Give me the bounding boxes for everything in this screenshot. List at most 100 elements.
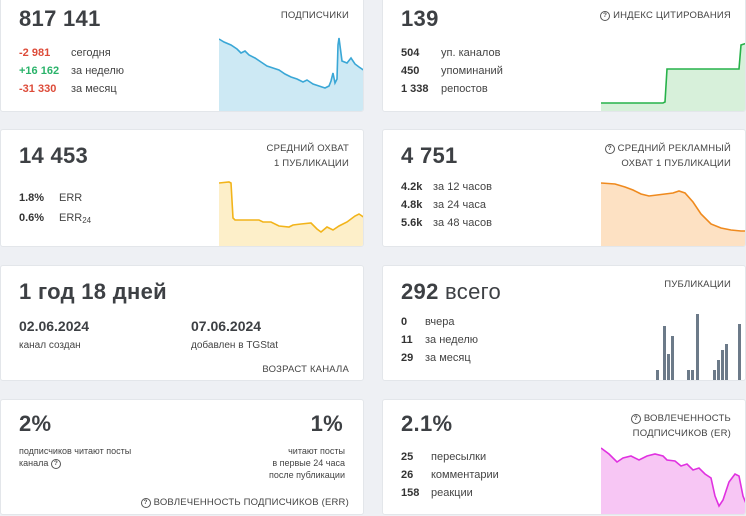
engagement-reactions-row: 158 реакции bbox=[401, 487, 473, 499]
err-right-text: читают посты в первые 24 часа после публ… bbox=[269, 445, 345, 481]
citation-label: ? ИНДЕКС ЦИТИРОВАНИЯ bbox=[600, 8, 731, 23]
ad-reach-card[interactable]: 4 751 ? СРЕДНИЙ РЕКЛАМНЫЙ ОХВАТ 1 ПУБЛИКА… bbox=[382, 129, 746, 247]
err-right-text-line3: после публикации bbox=[269, 470, 345, 480]
question-circle-icon[interactable]: ? bbox=[604, 144, 615, 154]
avg-reach-card[interactable]: 14 453 СРЕДНИЙ ОХВАТ 1 ПУБЛИКАЦИИ 1.8% ER… bbox=[0, 129, 364, 247]
engagement-forwards-desc: пересылки bbox=[431, 451, 487, 463]
question-circle-icon[interactable]: ? bbox=[630, 414, 641, 424]
subscribers-month-num: -31 330 bbox=[19, 83, 57, 95]
engagement-reactions-num: 158 bbox=[401, 487, 420, 499]
question-circle-icon[interactable]: ? bbox=[140, 498, 151, 508]
publication-bar bbox=[663, 326, 666, 380]
publications-bar-chart bbox=[656, 314, 741, 380]
engagement-value: 2.1% bbox=[401, 411, 453, 436]
citation-channels-num: 504 bbox=[401, 47, 420, 59]
citation-mentions-num: 450 bbox=[401, 65, 420, 77]
err-num: 1.8% bbox=[19, 192, 45, 204]
ad-reach-24h-desc: за 24 часа bbox=[433, 199, 486, 211]
publications-week-num: 11 bbox=[401, 334, 413, 346]
ad-reach-24h-row: 4.8k за 24 часа bbox=[401, 199, 486, 211]
err-engagement-label: ? ВОВЛЕЧЕННОСТЬ ПОДПИСЧИКОВ (ERR) bbox=[140, 495, 349, 510]
ad-reach-12h-row: 4.2k за 12 часов bbox=[401, 181, 492, 193]
added-label: добавлен в TGStat bbox=[191, 340, 279, 351]
ad-reach-24h-num: 4.8k bbox=[401, 199, 423, 211]
citation-channels-row: 504 уп. каналов bbox=[401, 47, 500, 59]
publications-week-desc: за неделю bbox=[425, 334, 479, 346]
channel-age-card[interactable]: 1 год 18 дней 02.06.2024 канал создан 07… bbox=[0, 265, 364, 381]
subscribers-today-desc: сегодня bbox=[71, 47, 111, 59]
citation-mentions-desc: упоминаний bbox=[441, 65, 503, 77]
err24-desc: ERR bbox=[59, 212, 83, 224]
publication-bar bbox=[671, 336, 674, 380]
publication-bar bbox=[696, 314, 699, 380]
ad-reach-value: 4 751 bbox=[401, 143, 458, 168]
err24-num: 0.6% bbox=[19, 212, 45, 224]
ad-reach-label-line1-text: СРЕДНИЙ РЕКЛАМНЫЙ bbox=[617, 143, 731, 154]
publications-value: 292 всего bbox=[401, 279, 501, 305]
publications-week-row: 11 за неделю bbox=[401, 334, 478, 346]
subscribers-label: ПОДПИСЧИКИ bbox=[280, 10, 349, 21]
avg-reach-value: 14 453 bbox=[19, 143, 89, 168]
subscribers-value: 817 141 bbox=[19, 6, 101, 31]
ad-reach-48h-num: 5.6k bbox=[401, 217, 423, 229]
publication-bar bbox=[738, 324, 741, 380]
err-left-text-line1: подписчиков читают посты bbox=[19, 446, 132, 456]
engagement-sparkline bbox=[601, 447, 745, 514]
subscribers-week-desc: за неделю bbox=[71, 65, 125, 77]
err-left-text: подписчиков читают посты канала ? bbox=[19, 445, 131, 469]
engagement-label-line2: ПОДПИСЧИКОВ (ER) bbox=[632, 428, 731, 439]
subscribers-card[interactable]: 817 141 ПОДПИСЧИКИ -2 981 сегодня +16 162… bbox=[0, 0, 364, 112]
citation-reposts-desc: репостов bbox=[441, 83, 488, 95]
ad-reach-sparkline bbox=[601, 182, 745, 246]
ad-reach-label: ? СРЕДНИЙ РЕКЛАМНЫЙ ОХВАТ 1 ПУБЛИКАЦИИ bbox=[604, 141, 731, 171]
citation-label-text: ИНДЕКС ЦИТИРОВАНИЯ bbox=[613, 10, 731, 21]
ad-reach-label-line2: ОХВАТ 1 ПУБЛИКАЦИИ bbox=[621, 158, 731, 169]
publication-bar bbox=[713, 370, 716, 380]
engagement-label: ? ВОВЛЕЧЕННОСТЬ ПОДПИСЧИКОВ (ER) bbox=[630, 411, 731, 441]
publications-yesterday-desc: вчера bbox=[425, 316, 455, 328]
engagement-comments-row: 26 комментарии bbox=[401, 469, 499, 481]
subscribers-today-row: -2 981 сегодня bbox=[19, 47, 111, 59]
citation-reposts-num: 1 338 bbox=[401, 83, 429, 95]
err-right-text-line2: в первые 24 часа bbox=[272, 458, 345, 468]
ad-reach-label-line1: ? СРЕДНИЙ РЕКЛАМНЫЙ bbox=[604, 141, 731, 156]
err-left-value: 2% bbox=[19, 411, 52, 436]
publications-yesterday-num: 0 bbox=[401, 316, 408, 328]
publications-month-row: 29 за месяц bbox=[401, 352, 471, 364]
publication-bar bbox=[691, 370, 694, 380]
citation-card[interactable]: 139 ? ИНДЕКС ЦИТИРОВАНИЯ 504 уп. каналов 4… bbox=[382, 0, 746, 112]
subscribers-sparkline bbox=[219, 37, 363, 111]
er-engagement-card[interactable]: 2.1% ? ВОВЛЕЧЕННОСТЬ ПОДПИСЧИКОВ (ER) 25 п… bbox=[382, 399, 746, 515]
engagement-comments-desc: комментарии bbox=[431, 469, 499, 481]
err-engagement-card[interactable]: 2% подписчиков читают посты канала ? 1% … bbox=[0, 399, 364, 515]
err-left-text-line2: канала ? bbox=[19, 457, 131, 469]
subscribers-week-num: +16 162 bbox=[19, 65, 60, 77]
publications-count: 292 bbox=[401, 279, 439, 304]
err-right-text-line1: читают посты bbox=[288, 446, 345, 456]
avg-reach-label: СРЕДНИЙ ОХВАТ 1 ПУБЛИКАЦИИ bbox=[267, 141, 349, 171]
question-circle-icon[interactable]: ? bbox=[50, 459, 61, 469]
avg-reach-sparkline bbox=[219, 181, 363, 246]
question-circle-icon[interactable]: ? bbox=[600, 11, 611, 21]
created-date: 02.06.2024 bbox=[19, 318, 90, 334]
ad-reach-48h-desc: за 48 часов bbox=[433, 217, 492, 229]
subscribers-week-row: +16 162 за неделю bbox=[19, 65, 124, 77]
added-date: 07.06.2024 bbox=[191, 318, 262, 334]
publication-bar bbox=[687, 370, 690, 380]
avg-reach-label-line1: СРЕДНИЙ ОХВАТ bbox=[266, 143, 349, 154]
publications-yesterday-row: 0 вчера bbox=[401, 316, 454, 328]
err-left-text-line2-text: канала bbox=[19, 458, 49, 468]
engagement-reactions-desc: реакции bbox=[431, 487, 473, 499]
engagement-label-line1: ? ВОВЛЕЧЕННОСТЬ bbox=[630, 411, 731, 426]
publications-card[interactable]: 292 всего ПУБЛИКАЦИИ 0 вчера 11 за неделю … bbox=[382, 265, 746, 381]
citation-channels-desc: уп. каналов bbox=[441, 47, 501, 59]
subscribers-month-desc: за месяц bbox=[71, 83, 117, 95]
err-right-value: 1% bbox=[310, 411, 343, 436]
ad-reach-12h-num: 4.2k bbox=[401, 181, 423, 193]
publication-bar bbox=[725, 344, 728, 380]
err-desc: ERR bbox=[59, 192, 83, 204]
publication-bar bbox=[667, 354, 670, 380]
publication-bar bbox=[721, 350, 724, 380]
publications-label: ПУБЛИКАЦИИ bbox=[664, 279, 731, 290]
subscribers-today-num: -2 981 bbox=[19, 47, 51, 59]
